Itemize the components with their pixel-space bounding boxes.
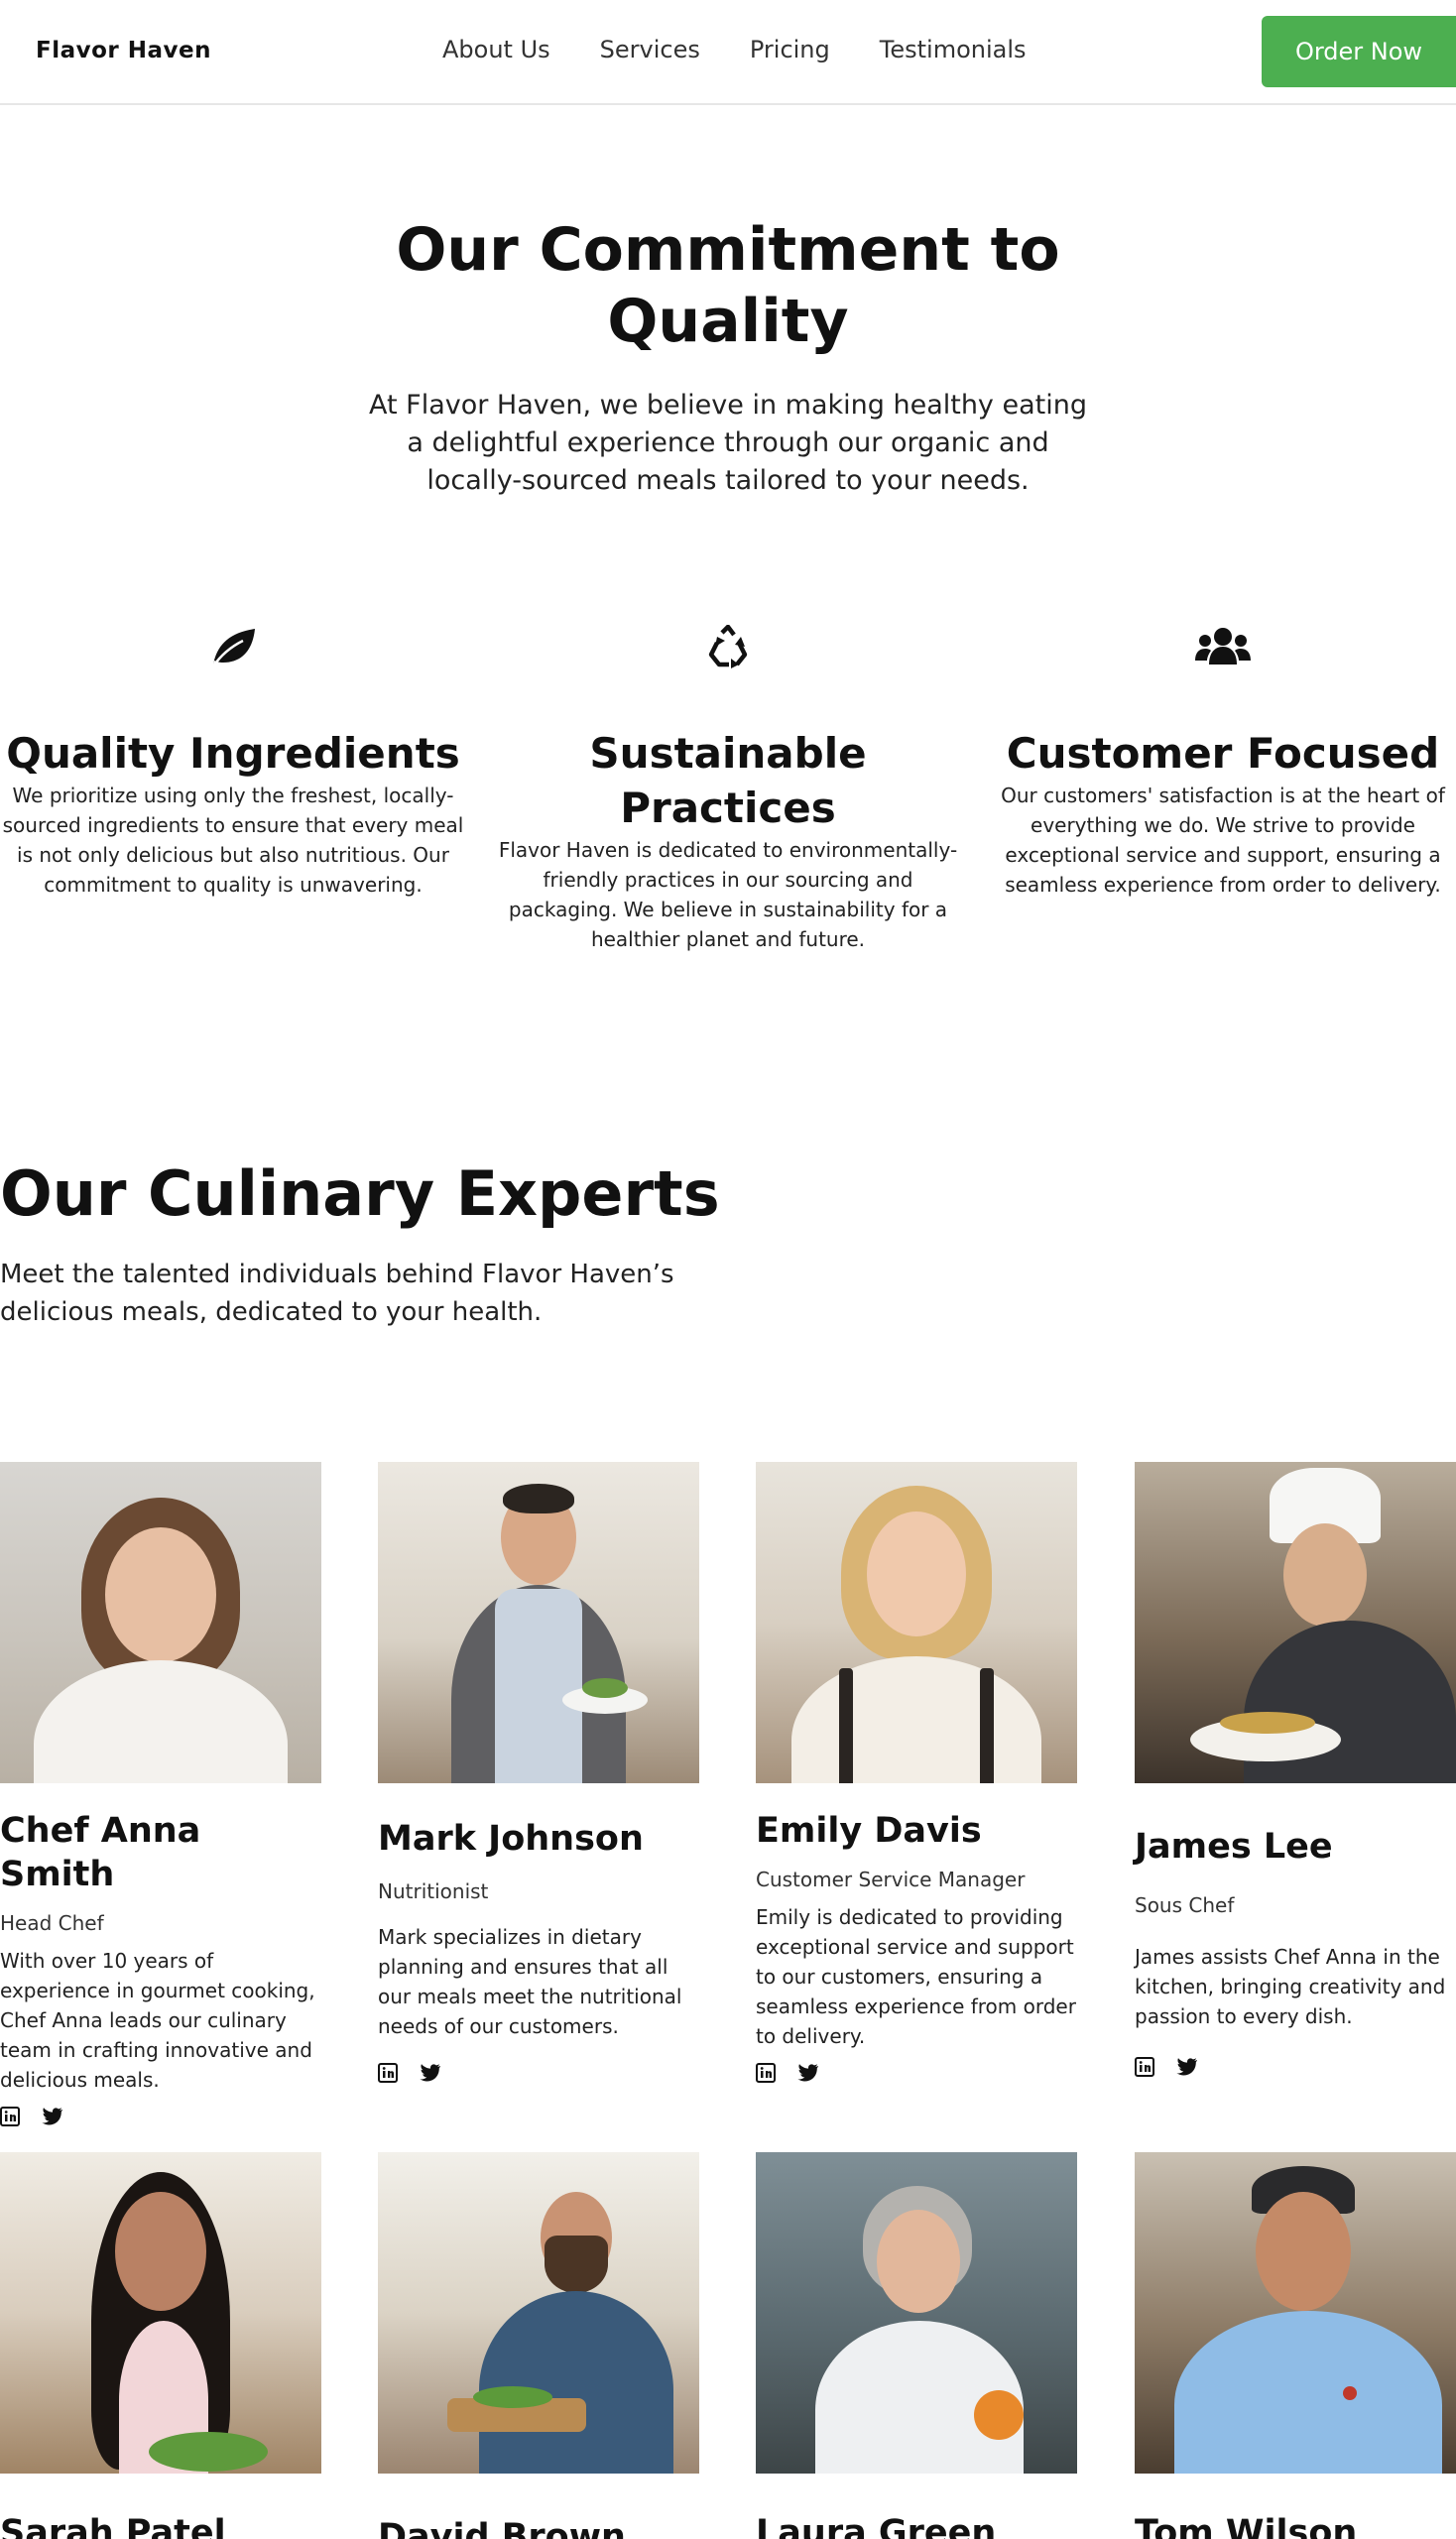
team-photo bbox=[756, 2152, 1077, 2474]
team-card-sarah-patel: Sarah Patel bbox=[0, 2152, 321, 2539]
commitment-title: Our Commitment to Quality bbox=[396, 215, 1060, 356]
nav-testimonials[interactable]: Testimonials bbox=[880, 36, 1027, 63]
feature-sustainable-practices: Sustainable Practices Flavor Haven is de… bbox=[495, 623, 961, 954]
nav-about-us[interactable]: About Us bbox=[442, 36, 550, 63]
team-card-james-lee: James Lee Sous Chef James assists Chef A… bbox=[1135, 1462, 1456, 2077]
team-photo bbox=[378, 2152, 699, 2474]
experts-title: Our Culinary Experts bbox=[0, 1157, 720, 1230]
order-now-button[interactable]: Order Now bbox=[1262, 16, 1456, 87]
commitment-subtitle: At Flavor Haven, we believe in making he… bbox=[369, 390, 1087, 496]
team-card-emily-davis: Emily Davis Customer Service Manager Emi… bbox=[756, 1462, 1077, 2083]
team-card-david-brown: David Brown bbox=[378, 2152, 699, 2539]
nav-services[interactable]: Services bbox=[600, 36, 700, 63]
member-role: Nutritionist bbox=[378, 1879, 489, 1903]
twitter-icon[interactable] bbox=[42, 2107, 63, 2126]
recycle-icon bbox=[705, 624, 751, 672]
linkedin-icon[interactable] bbox=[0, 2107, 20, 2126]
site-logo[interactable]: Flavor Haven bbox=[36, 38, 211, 63]
member-bio: Emily is dedicated to providing exceptio… bbox=[756, 1905, 1076, 2048]
twitter-icon[interactable] bbox=[1176, 2057, 1198, 2077]
team-card-mark-johnson: Mark Johnson Nutritionist Mark specializ… bbox=[378, 1462, 699, 2083]
linkedin-icon[interactable] bbox=[378, 2063, 398, 2083]
team-card-laura-green: Laura Green bbox=[756, 2152, 1077, 2539]
team-photo bbox=[1135, 2152, 1456, 2474]
member-name: Tom Wilson bbox=[1135, 2513, 1358, 2539]
member-name: Sarah Patel bbox=[0, 2513, 226, 2539]
member-bio: James assists Chef Anna in the kitchen, … bbox=[1135, 1945, 1446, 2028]
experts-subtitle: Meet the talented individuals behind Fla… bbox=[0, 1260, 674, 1327]
member-name: Emily Davis bbox=[756, 1811, 982, 1851]
twitter-icon[interactable] bbox=[797, 2063, 819, 2083]
team-photo bbox=[0, 1462, 321, 1783]
member-bio: Mark specializes in dietary planning and… bbox=[378, 1925, 682, 2038]
team-photo bbox=[378, 1462, 699, 1783]
member-name: Laura Green bbox=[756, 2513, 997, 2539]
site-header: Flavor Haven About Us Services Pricing T… bbox=[0, 0, 1456, 105]
team-photo bbox=[1135, 1462, 1456, 1783]
feature-text: We prioritize using only the freshest, l… bbox=[2, 784, 464, 897]
feature-title: Customer Focused bbox=[1006, 729, 1440, 778]
feature-title: Sustainable Practices bbox=[589, 729, 867, 832]
feature-title: Quality Ingredients bbox=[6, 729, 460, 778]
team-card-anna-smith: Chef Anna Smith Head Chef With over 10 y… bbox=[0, 1462, 321, 2126]
member-name: Chef Anna Smith bbox=[0, 1811, 201, 1894]
linkedin-icon[interactable] bbox=[756, 2063, 776, 2083]
member-name: James Lee bbox=[1135, 1827, 1333, 1867]
feature-customer-focused: Customer Focused Our customers' satisfac… bbox=[990, 623, 1456, 900]
member-name: Mark Johnson bbox=[378, 1819, 644, 1859]
twitter-icon[interactable] bbox=[420, 2063, 441, 2083]
team-card-tom-wilson: Tom Wilson bbox=[1135, 2152, 1456, 2539]
team-photo bbox=[0, 2152, 321, 2474]
linkedin-icon[interactable] bbox=[1135, 2057, 1154, 2077]
feature-text: Our customers' satisfaction is at the he… bbox=[1001, 784, 1445, 897]
feature-text: Flavor Haven is dedicated to environment… bbox=[498, 838, 958, 951]
member-role: Customer Service Manager bbox=[756, 1868, 1026, 1891]
feature-quality-ingredients: Quality Ingredients We prioritize using … bbox=[0, 623, 466, 900]
team-photo bbox=[756, 1462, 1077, 1783]
member-bio: With over 10 years of experience in gour… bbox=[0, 1949, 315, 2092]
main-nav: About Us Services Pricing Testimonials bbox=[442, 36, 1027, 63]
member-role: Sous Chef bbox=[1135, 1893, 1235, 1917]
leaf-icon bbox=[207, 625, 259, 672]
member-role: Head Chef bbox=[0, 1911, 104, 1935]
member-name: David Brown bbox=[378, 2517, 626, 2539]
nav-pricing[interactable]: Pricing bbox=[750, 36, 830, 63]
users-icon bbox=[1195, 627, 1251, 670]
